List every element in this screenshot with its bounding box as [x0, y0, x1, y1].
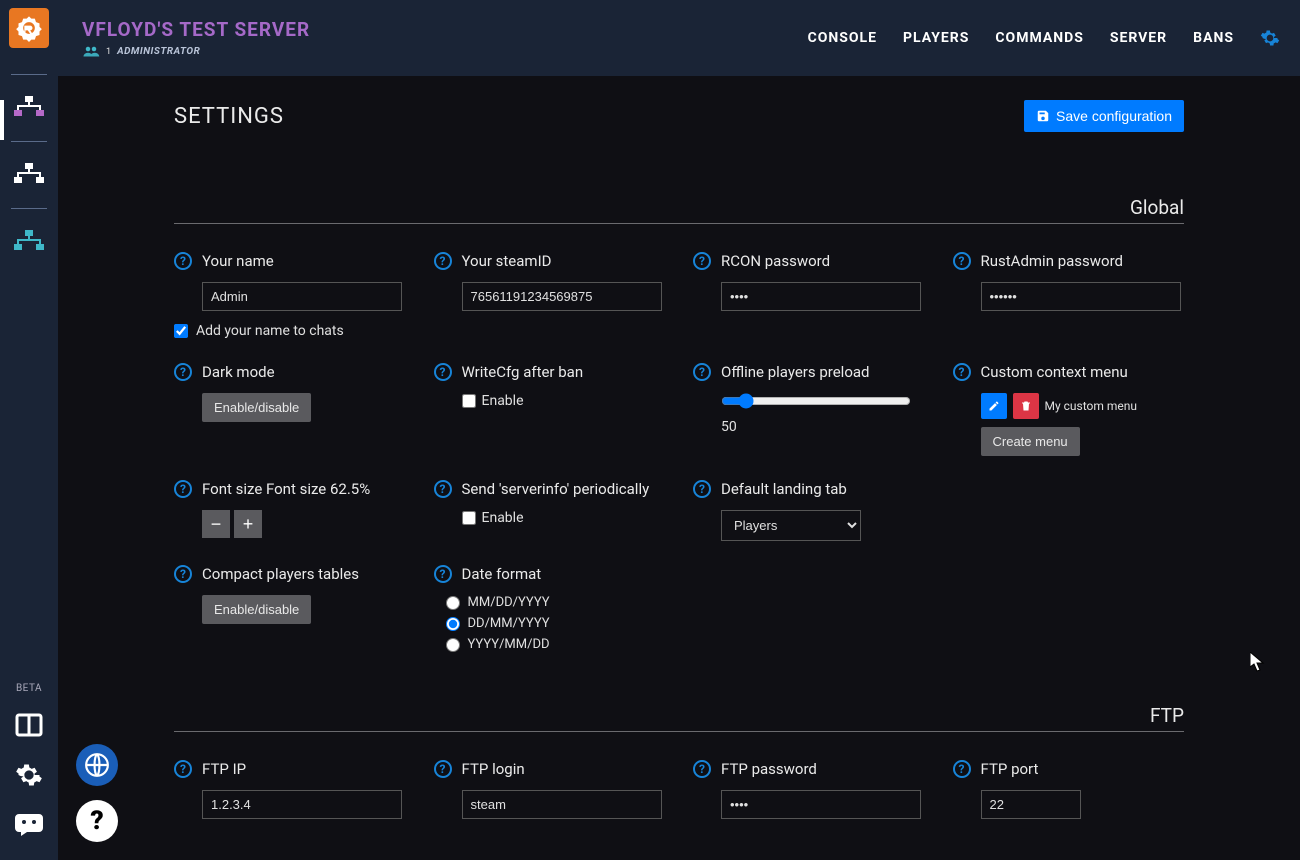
help-icon[interactable]: ? — [174, 760, 192, 778]
help-icon[interactable]: ? — [174, 565, 192, 583]
settings-gear[interactable] — [1260, 28, 1280, 48]
offline-preload-label: Offline players preload — [721, 363, 870, 381]
nav-bans[interactable]: BANS — [1193, 30, 1234, 46]
save-configuration-button[interactable]: Save configuration — [1024, 100, 1184, 132]
topbar: VFLOYD'S TEST SERVER 1 ADMINISTRATOR CON… — [58, 0, 1300, 76]
rustadmin-password-input[interactable] — [981, 282, 1181, 311]
your-name-input[interactable] — [202, 282, 402, 311]
steamid-input[interactable] — [462, 282, 662, 311]
network-icon — [14, 96, 44, 120]
rust-gear-icon — [15, 14, 43, 42]
section-global: Global — [174, 196, 1184, 224]
ftp-port-label: FTP port — [981, 760, 1039, 778]
admin-count: 1 — [106, 47, 111, 57]
globe-button[interactable] — [76, 744, 118, 786]
dateformat-label: Date format — [462, 565, 542, 583]
rcon-password-input[interactable] — [721, 282, 921, 311]
help-icon[interactable]: ? — [953, 252, 971, 270]
gear-icon — [1260, 28, 1280, 48]
writecfg-label: WriteCfg after ban — [462, 363, 584, 381]
help-icon[interactable]: ? — [693, 252, 711, 270]
custom-menu-label: Custom context menu — [981, 363, 1128, 381]
your-name-label: Your name — [202, 252, 274, 270]
delete-menu-button[interactable] — [1013, 393, 1039, 419]
nav-commands[interactable]: COMMANDS — [995, 30, 1083, 46]
discord-button[interactable] — [10, 806, 48, 844]
network-icon — [14, 230, 44, 254]
ftp-login-label: FTP login — [462, 760, 525, 778]
save-icon — [1036, 109, 1050, 123]
edit-menu-button[interactable] — [981, 393, 1007, 419]
landing-tab-select[interactable]: Players — [721, 510, 861, 541]
section-ftp: FTP — [174, 704, 1184, 732]
rcon-label: RCON password — [721, 252, 830, 270]
custom-menu-item: My custom menu — [1045, 399, 1138, 413]
rustadmin-label: RustAdmin password — [981, 252, 1124, 270]
help-icon[interactable]: ? — [953, 363, 971, 381]
nav-server[interactable]: SERVER — [1110, 30, 1167, 46]
help-icon[interactable]: ? — [174, 363, 192, 381]
discord-icon — [15, 814, 43, 836]
landing-tab-label: Default landing tab — [721, 480, 847, 498]
add-name-to-chats-label: Add your name to chats — [196, 323, 344, 339]
serverinfo-enable-checkbox[interactable] — [462, 511, 476, 525]
help-button[interactable]: ? — [76, 800, 118, 842]
darkmode-toggle-button[interactable]: Enable/disable — [202, 393, 311, 422]
columns-icon — [15, 713, 43, 737]
rail-node-1[interactable] — [8, 87, 50, 129]
help-icon[interactable]: ? — [434, 363, 452, 381]
offline-preload-value: 50 — [721, 419, 925, 435]
help-icon[interactable]: ? — [693, 363, 711, 381]
help-icon[interactable]: ? — [174, 480, 192, 498]
ftp-ip-input[interactable] — [202, 790, 402, 819]
help-icon[interactable]: ? — [693, 480, 711, 498]
create-menu-button[interactable]: Create menu — [981, 427, 1080, 456]
help-icon[interactable]: ? — [434, 760, 452, 778]
ftp-port-input[interactable] — [981, 790, 1081, 819]
network-icon — [14, 163, 44, 187]
page-title: SETTINGS — [174, 104, 284, 129]
help-icon[interactable]: ? — [434, 252, 452, 270]
help-icon[interactable]: ? — [434, 480, 452, 498]
help-icon[interactable]: ? — [953, 760, 971, 778]
dateformat-ymd-radio[interactable] — [446, 638, 460, 652]
beta-label: BETA — [16, 683, 42, 694]
help-icon[interactable]: ? — [693, 760, 711, 778]
nav-console[interactable]: CONSOLE — [808, 30, 877, 46]
add-name-to-chats-checkbox[interactable] — [174, 324, 188, 338]
columns-button[interactable] — [10, 706, 48, 744]
ftp-ip-label: FTP IP — [202, 760, 246, 778]
server-title: VFLOYD'S TEST SERVER — [82, 18, 310, 41]
compact-label: Compact players tables — [202, 565, 359, 583]
users-icon — [82, 45, 100, 59]
fontsize-decrease-button[interactable]: − — [202, 510, 230, 538]
dateformat-dmy-radio[interactable] — [446, 617, 460, 631]
steamid-label: Your steamID — [462, 252, 552, 270]
app-logo[interactable] — [9, 8, 49, 48]
help-icon[interactable]: ? — [174, 252, 192, 270]
darkmode-label: Dark mode — [202, 363, 275, 381]
nav-players[interactable]: PLAYERS — [903, 30, 969, 46]
admin-role: ADMINISTRATOR — [117, 46, 200, 57]
left-rail: BETA — [0, 0, 58, 860]
pencil-icon — [988, 400, 1000, 412]
writecfg-enable-checkbox[interactable] — [462, 394, 476, 408]
globe-icon — [84, 752, 110, 778]
settings-button[interactable] — [10, 756, 48, 794]
fontsize-label: Font size Font size 62.5% — [202, 480, 370, 498]
trash-icon — [1020, 400, 1032, 412]
rail-node-2[interactable] — [8, 154, 50, 196]
help-icon[interactable]: ? — [434, 565, 452, 583]
fontsize-increase-button[interactable]: + — [234, 510, 262, 538]
ftp-password-input[interactable] — [721, 790, 921, 819]
offline-preload-slider[interactable] — [721, 393, 911, 409]
ftp-password-label: FTP password — [721, 760, 817, 778]
dateformat-mdy-radio[interactable] — [446, 596, 460, 610]
gear-icon — [15, 761, 43, 789]
serverinfo-label: Send 'serverinfo' periodically — [462, 480, 650, 498]
rail-node-3[interactable] — [8, 221, 50, 263]
compact-toggle-button[interactable]: Enable/disable — [202, 595, 311, 624]
ftp-login-input[interactable] — [462, 790, 662, 819]
